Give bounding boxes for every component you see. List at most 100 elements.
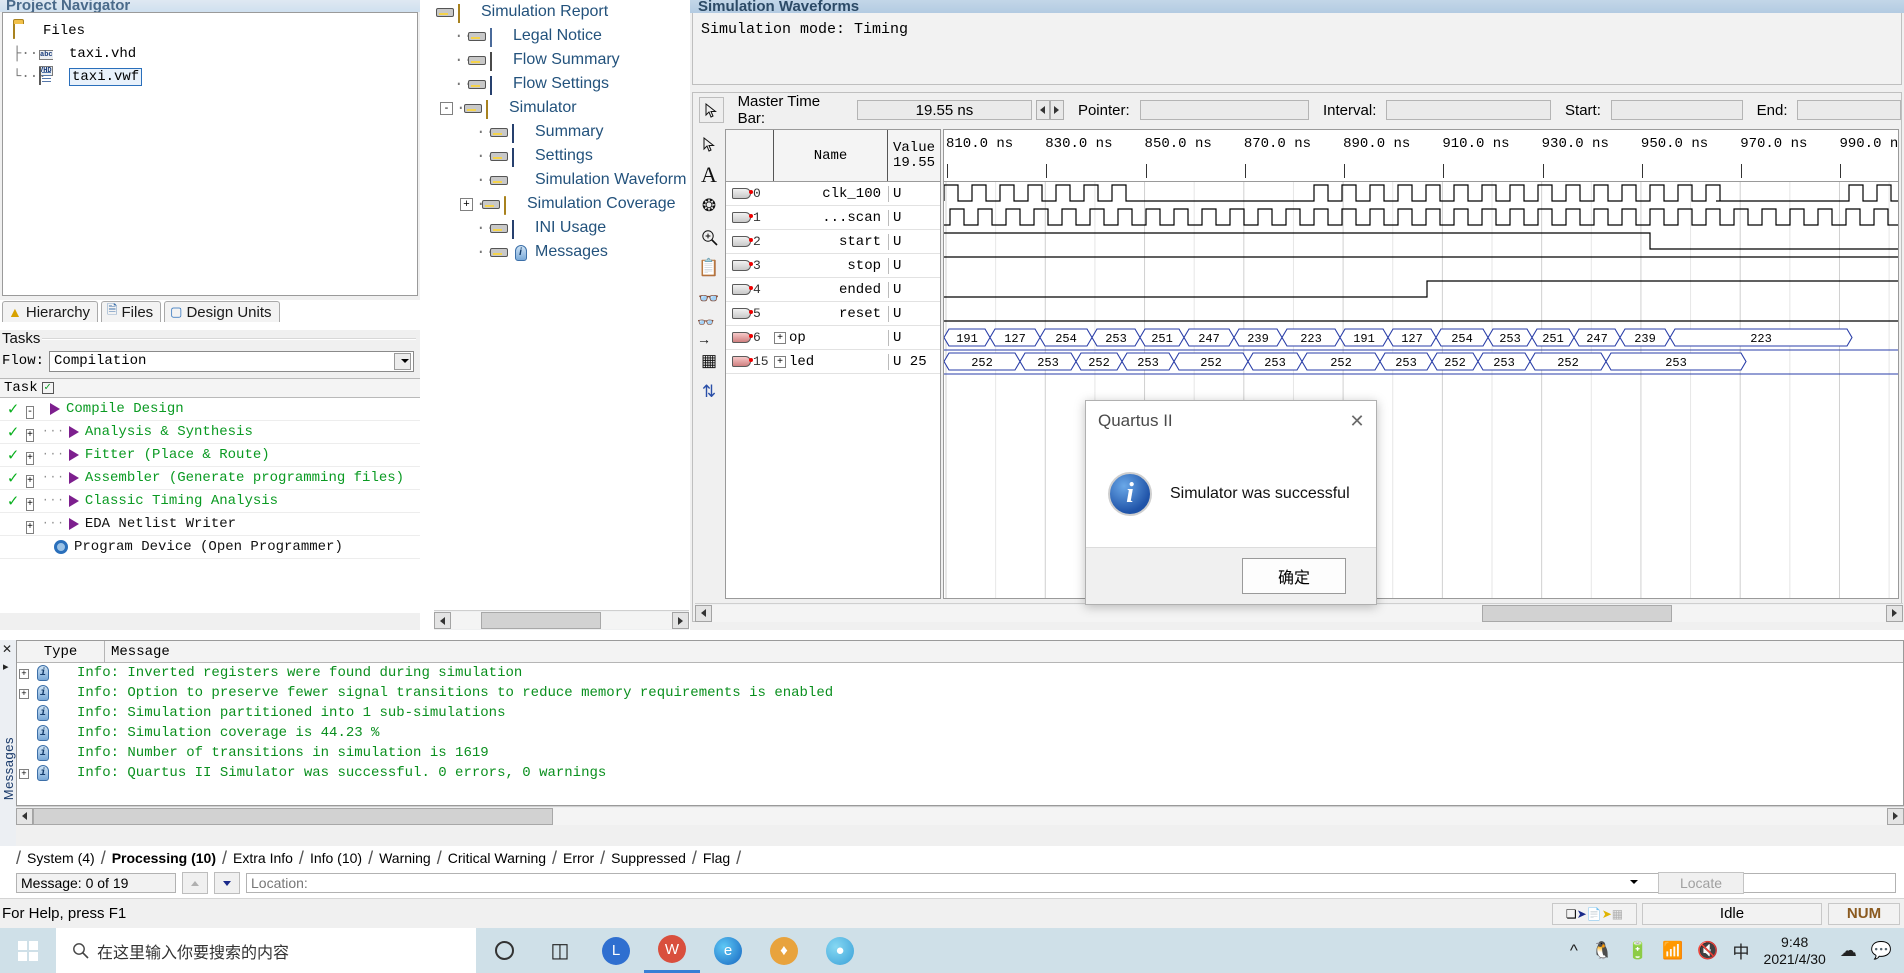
project-file-tree[interactable]: Files ├··· abc VHD taxi.vhd └··· taxi.vwf <box>2 12 418 296</box>
scroll-left-button[interactable] <box>434 612 451 629</box>
quartus-icon[interactable]: ♦ <box>756 928 812 973</box>
list-item[interactable]: 15 + led U 25 <box>726 350 940 374</box>
scroll-thumb[interactable] <box>481 612 601 629</box>
tab-extra-info[interactable]: Extra Info <box>227 847 299 869</box>
list-item[interactable]: 1 ...scan U <box>726 206 940 230</box>
location-input[interactable]: Location: <box>246 873 1896 893</box>
action-center-icon[interactable]: 💬 <box>1871 941 1892 961</box>
ime-cn-icon[interactable]: 中 <box>1733 938 1750 963</box>
tree-root-files[interactable]: Files <box>13 19 417 42</box>
spinner-right-button[interactable] <box>1049 100 1064 120</box>
run-arrow-icon[interactable] <box>50 403 60 415</box>
list-item[interactable]: 2 start U <box>726 230 940 254</box>
zoom-icon[interactable] <box>697 226 721 248</box>
waveform-edit-icon[interactable]: ❂ <box>697 195 721 217</box>
expand-icon[interactable]: + <box>17 685 31 701</box>
programmer-icon[interactable] <box>54 540 68 554</box>
ok-button[interactable]: 确定 <box>1242 558 1346 594</box>
flow-combobox[interactable]: Compilation <box>49 350 414 372</box>
table-row[interactable]: i Info: Number of transitions in simulat… <box>17 743 1903 763</box>
collapse-icon[interactable]: - <box>440 101 453 115</box>
expand-icon[interactable]: + <box>17 665 31 681</box>
table-row[interactable]: ✓ + ··· Analysis & Synthesis <box>0 421 420 444</box>
volume-muted-icon[interactable]: 🔇 <box>1697 941 1718 961</box>
expander-icon[interactable]: + <box>26 518 40 534</box>
scroll-track[interactable] <box>712 604 1886 622</box>
signal-name-column[interactable]: Name Value 19.55 0 clk_100 U 1 ...scan U <box>725 129 941 599</box>
report-item-messages[interactable]: ··· i Messages <box>434 240 689 264</box>
chevron-down-icon[interactable] <box>394 352 411 370</box>
taskbar-clock[interactable]: 9:48 2021/4/30 <box>1764 934 1826 968</box>
tab-suppressed[interactable]: Suppressed <box>605 847 692 869</box>
table-row[interactable]: ✓ + ··· Assembler (Generate programming … <box>0 467 420 490</box>
tab-files[interactable]: 🗎 Files <box>101 301 162 322</box>
weather-icon[interactable]: ☁ <box>1840 941 1857 961</box>
tab-processing[interactable]: Processing (10) <box>106 847 222 869</box>
report-item-simulation-waveform[interactable]: ··· Simulation Waveform <box>434 168 689 192</box>
scroll-right-button[interactable] <box>1886 604 1903 622</box>
expand-icon[interactable]: + <box>774 355 786 368</box>
expand-icon[interactable]: + <box>17 765 31 781</box>
expander-icon[interactable]: + <box>26 495 40 511</box>
grid-icon[interactable]: ▦ <box>697 350 721 372</box>
scroll-left-button[interactable] <box>16 807 33 825</box>
wifi-icon[interactable]: 📶 <box>1662 941 1683 961</box>
expander-icon[interactable]: + <box>26 449 40 465</box>
table-row[interactable]: + i Info: Quartus II Simulator was succe… <box>17 763 1903 783</box>
tab-warning[interactable]: Warning <box>373 847 437 869</box>
lenovo-icon[interactable]: L <box>588 928 644 973</box>
start-value[interactable] <box>1610 100 1743 120</box>
tab-critical-warning[interactable]: Critical Warning <box>442 847 552 869</box>
qq-icon[interactable]: 🐧 <box>1592 941 1613 961</box>
copy-icon[interactable]: 📋 <box>697 257 721 279</box>
scroll-thumb[interactable] <box>33 807 553 825</box>
locate-button[interactable]: Locate <box>1658 872 1744 894</box>
run-arrow-icon[interactable] <box>68 495 79 507</box>
interval-value[interactable] <box>1386 100 1552 120</box>
list-item[interactable]: 4 ended U <box>726 278 940 302</box>
scroll-right-button[interactable] <box>672 612 689 629</box>
pointer-icon[interactable] <box>699 97 724 123</box>
find-next-icon[interactable]: 👓→ <box>697 314 721 347</box>
messages-grid[interactable]: Type Message + i Info: Inverted register… <box>16 640 1904 806</box>
battery-icon[interactable]: 🔋 <box>1627 941 1648 961</box>
list-item[interactable]: 6 + op U <box>726 326 940 350</box>
scroll-thumb[interactable] <box>1482 604 1672 622</box>
expander-icon[interactable]: + <box>26 426 40 442</box>
close-icon[interactable]: ✕ <box>2 642 12 656</box>
report-item-legal-notice[interactable]: ··· Legal Notice <box>434 24 689 48</box>
list-item[interactable]: ├··· abc VHD taxi.vhd <box>13 42 417 76</box>
run-arrow-icon[interactable] <box>68 472 79 484</box>
table-row[interactable]: ✓ + ··· Classic Timing Analysis <box>0 490 420 513</box>
chevron-right-icon[interactable]: ▸ <box>3 660 9 673</box>
table-row[interactable]: Program Device (Open Programmer) <box>0 536 420 559</box>
chevron-up-icon[interactable]: ^ <box>1570 941 1578 961</box>
quartus-dialog[interactable]: Quartus II ✕ i Simulator was successful … <box>1085 400 1377 605</box>
report-item-simulation-report[interactable]: Simulation Report <box>434 0 689 24</box>
expand-icon[interactable]: + <box>460 197 473 211</box>
tab-system[interactable]: System (4) <box>21 847 101 869</box>
table-row[interactable]: i Info: Simulation partitioned into 1 su… <box>17 703 1903 723</box>
tab-info[interactable]: Info (10) <box>304 847 368 869</box>
tab-error[interactable]: Error <box>557 847 600 869</box>
report-item-simulator[interactable]: - · Simulator <box>434 96 689 120</box>
tab-hierarchy[interactable]: ▲ Hierarchy <box>2 301 99 322</box>
cortana-icon[interactable] <box>476 928 532 973</box>
messages-horizontal-scrollbar[interactable] <box>16 806 1904 825</box>
list-item[interactable]: 5 reset U <box>726 302 940 326</box>
close-icon[interactable]: ✕ <box>1342 407 1372 435</box>
search-input[interactable]: 在这里输入你要搜索的内容 <box>56 928 476 973</box>
table-row[interactable]: + i Info: Option to preserve fewer signa… <box>17 683 1903 703</box>
text-icon[interactable]: A <box>697 162 721 187</box>
expand-icon[interactable]: + <box>774 331 786 344</box>
list-item[interactable]: 3 stop U <box>726 254 940 278</box>
table-row[interactable]: + ··· EDA Netlist Writer <box>0 513 420 536</box>
table-row[interactable]: ✓ - Compile Design <box>0 398 420 421</box>
simulation-report-tree[interactable]: Simulation Report ··· Legal Notice ··· F… <box>434 0 689 630</box>
report-item-simulation-coverage[interactable]: + · Simulation Coverage <box>434 192 689 216</box>
report-item-summary[interactable]: ··· Summary <box>434 120 689 144</box>
scroll-right-button[interactable] <box>1887 807 1904 825</box>
report-item-settings[interactable]: ··· Settings <box>434 144 689 168</box>
report-horizontal-scrollbar[interactable] <box>434 610 689 630</box>
task-view-icon[interactable]: ◫ <box>532 928 588 973</box>
